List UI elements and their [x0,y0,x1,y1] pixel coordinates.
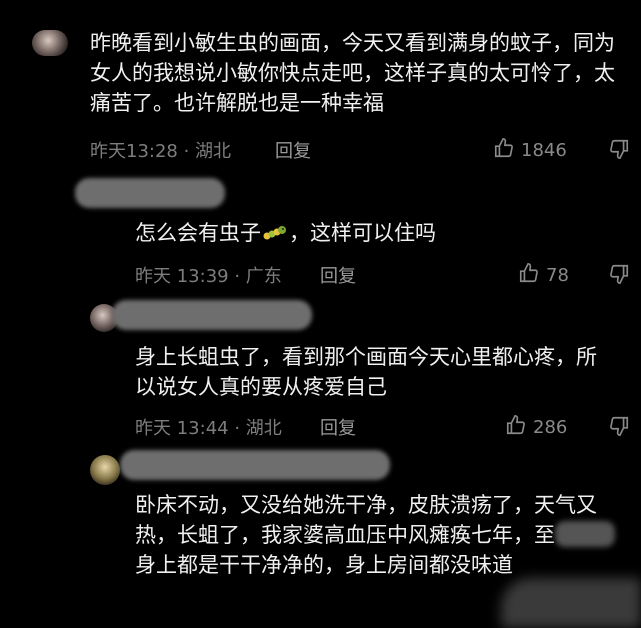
comment-time-location: 昨天13:28 · 湖北 [90,141,232,162]
comment-text: 昨晚看到小敏生虫的画面，今天又看到满身的蚊子，同为女人的我想说小敏你快点走吧，这… [90,31,615,115]
comment-text: 身上长蛆虫了，看到那个画面今天心里都心疼，所以说女人真的要从疼爱自己 [135,345,597,399]
redacted-corner-blur [501,578,641,628]
reply-button[interactable]: 回复 [275,137,311,163]
like-button[interactable]: 1846 [493,137,567,164]
comment-text: 卧床不动，又没给她洗干净，皮肤溃疡了，天气又热，长蛆了，我家婆高血压中风瘫痪七年… [135,490,625,580]
reply-button[interactable]: 回复 [320,414,356,440]
comment-text-start: 卧床不动，又没给她洗干净，皮肤溃疡了，天气又热，长蛆了，我家婆高血压中风瘫痪七年… [135,493,597,547]
like-count: 78 [546,265,569,286]
thumbs-down-icon [608,139,630,164]
dislike-button[interactable] [608,263,630,289]
like-button[interactable]: 78 [518,262,569,289]
reply-button[interactable]: 回复 [320,262,356,288]
comment-time-location: 昨天 13:39 · 广东 [135,266,282,287]
username-blurred [75,178,225,208]
thumbs-up-icon [493,137,515,164]
comment-text-start: 怎么会有虫子 [135,221,261,245]
comment-text-end: 身上都是干干净净的，身上房间都没味道 [135,553,513,577]
like-count: 1846 [521,140,567,161]
dislike-button[interactable] [608,138,630,164]
like-count: 286 [533,417,568,438]
redacted-blur [555,521,615,547]
thumbs-down-icon [608,264,630,289]
avatar[interactable] [90,455,120,485]
thumbs-down-icon [608,416,630,441]
like-button[interactable]: 286 [505,414,567,441]
username-blurred [120,450,390,480]
dislike-button[interactable] [608,415,630,441]
thumbs-up-icon [518,262,540,289]
comment-text-end: ，这样可以住吗 [289,221,436,245]
thumbs-up-icon [505,414,527,441]
caterpillar-emoji-icon [263,221,287,241]
avatar[interactable] [32,30,68,56]
comment-time-location: 昨天 13:44 · 湖北 [135,418,282,439]
username-blurred [112,300,312,330]
comment-text: 怎么会有虫子 ，这样可以住吗 [135,218,615,248]
